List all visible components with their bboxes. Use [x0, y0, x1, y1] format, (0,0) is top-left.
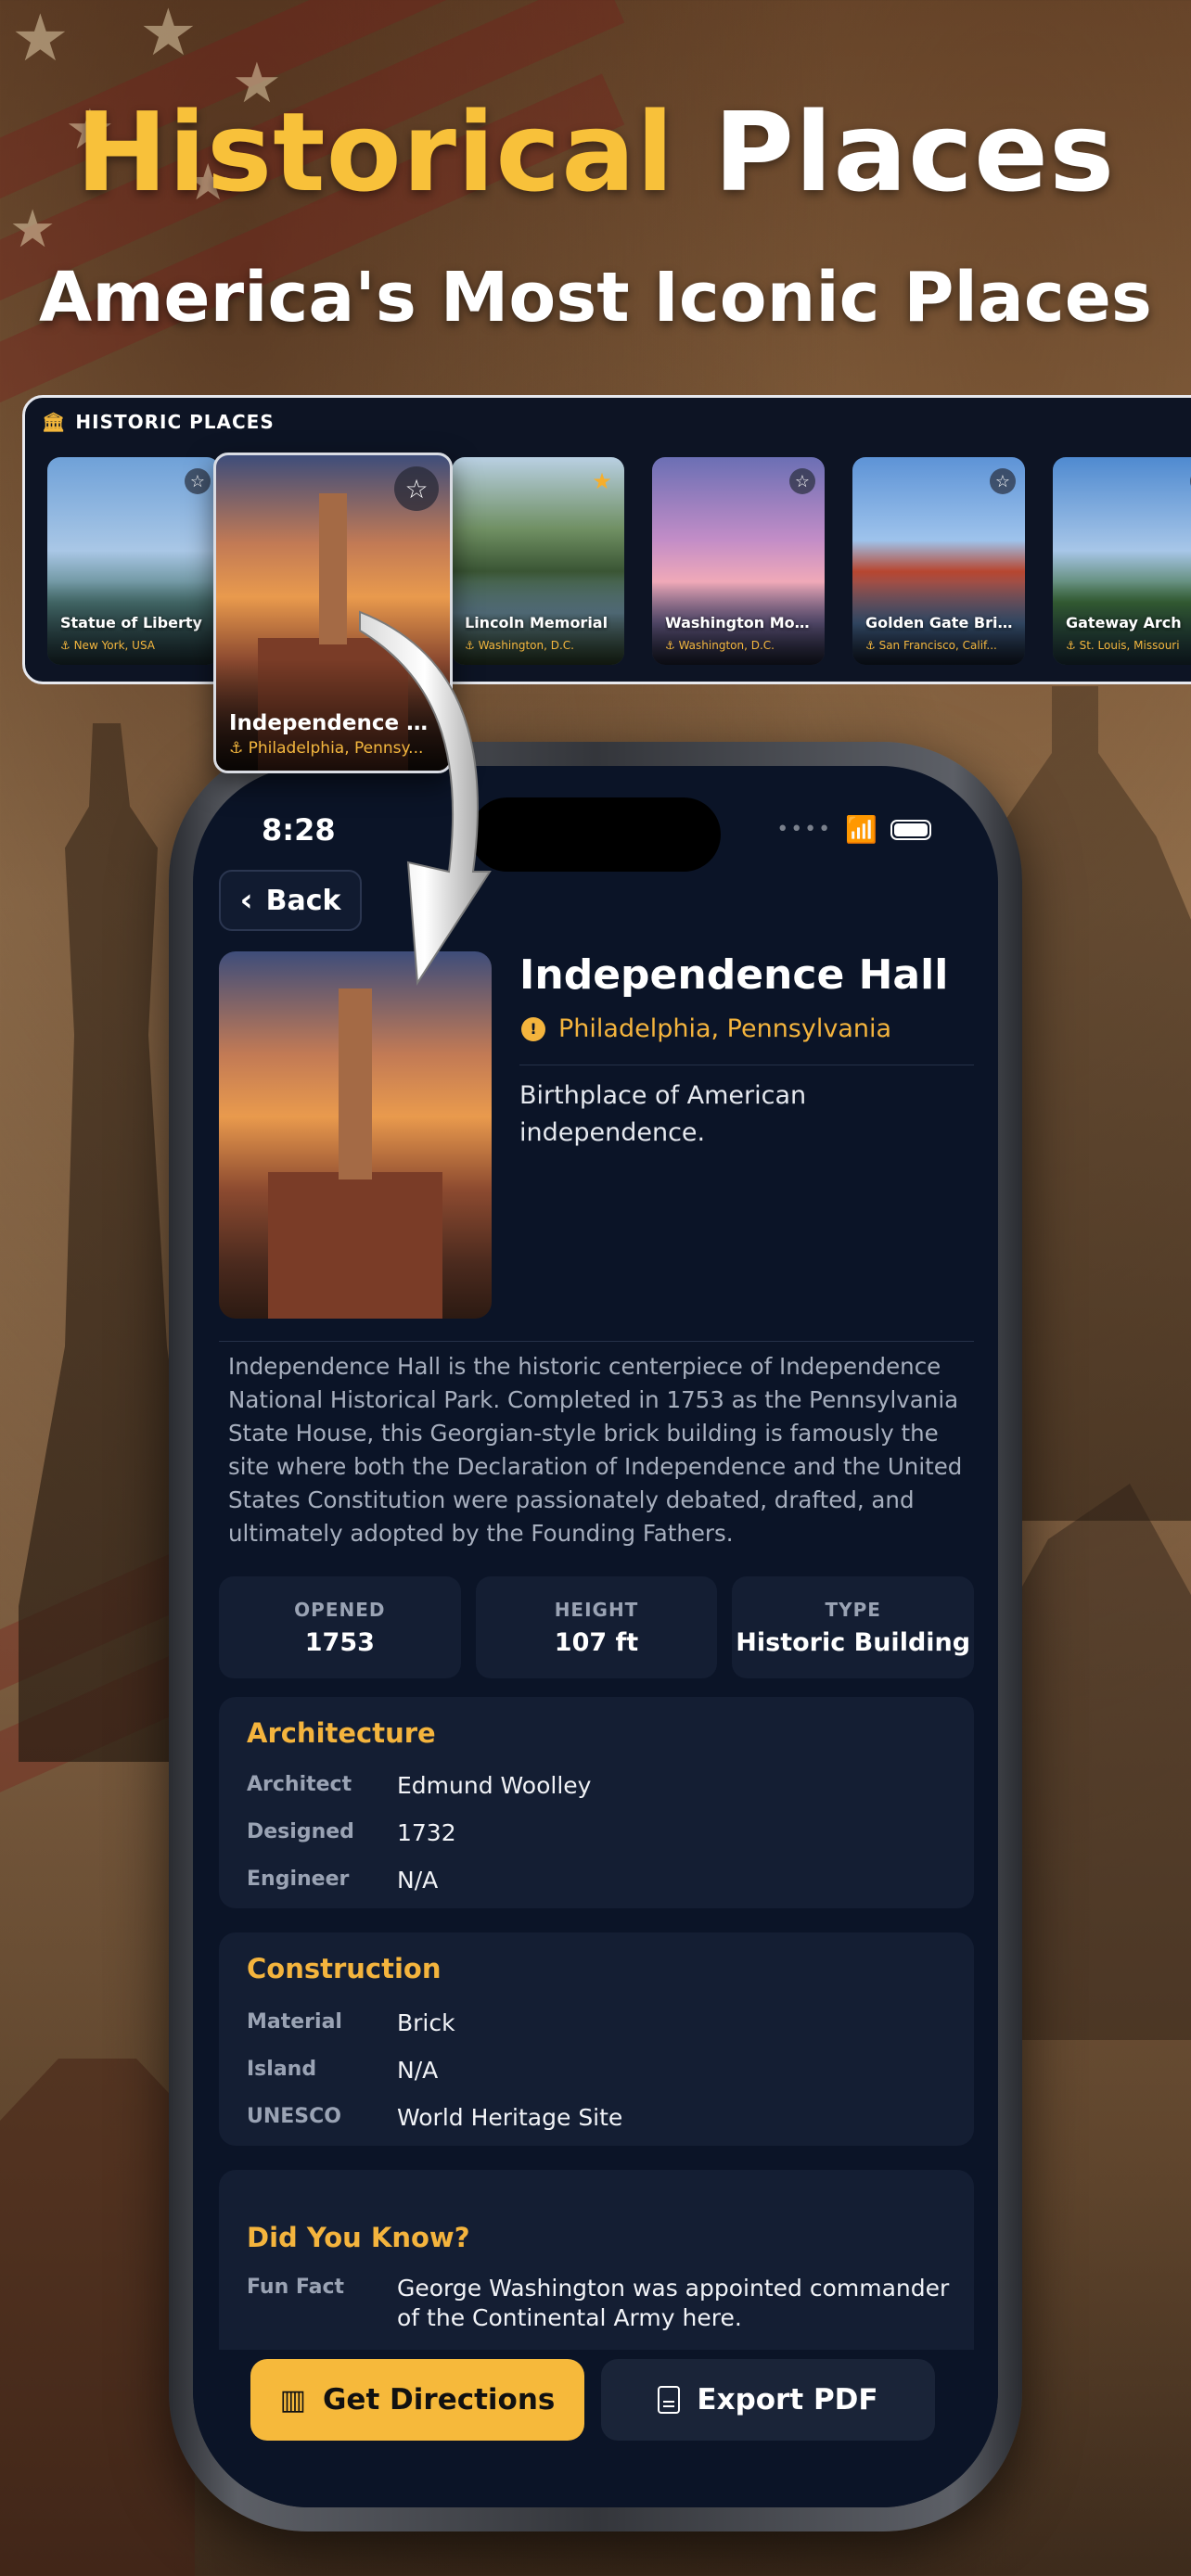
- export-pdf-label: Export PDF: [697, 2383, 878, 2417]
- place-location: ! Philadelphia, Pennsylvania: [521, 1014, 891, 1043]
- favorite-star-icon[interactable]: ☆: [394, 466, 439, 511]
- place-card-location: ⚓ San Francisco, Calif...: [865, 639, 997, 652]
- stat-type: TYPE Historic Building: [732, 1576, 975, 1678]
- place-card-name: Golden Gate Bridge: [865, 614, 1018, 631]
- place-card[interactable]: ☆ Statue of Liberty ⚓ New York, USA: [47, 457, 220, 665]
- place-card-name: Washington Mon...: [665, 614, 817, 631]
- place-description: Independence Hall is the historic center…: [228, 1353, 963, 1547]
- wifi-icon: 📶: [845, 814, 877, 845]
- signal-icon: ••••: [776, 818, 833, 841]
- place-card-location: ⚓ St. Louis, Missouri: [1066, 639, 1180, 652]
- info-row: Fun Fact George Washington was appointed…: [247, 2274, 955, 2333]
- stats-row: OPENED 1753 HEIGHT 107 ft TYPE Historic …: [219, 1576, 975, 1678]
- historic-places-carousel[interactable]: 🏛 HISTORIC PLACES ☆ Statue of Liberty ⚓ …: [22, 395, 1191, 684]
- get-directions-label: Get Directions: [322, 2383, 556, 2417]
- get-directions-button[interactable]: ▥ Get Directions: [250, 2359, 584, 2441]
- section-title: Did You Know?: [247, 2222, 470, 2253]
- status-icons: •••• 📶: [776, 814, 931, 845]
- place-title: Independence Hall: [519, 951, 949, 999]
- info-row: Architect Edmund Woolley: [247, 1771, 955, 1801]
- place-photo: [219, 951, 492, 1319]
- place-tagline: Birthplace of American independence.: [519, 1081, 807, 1147]
- info-key: Architect: [247, 1773, 352, 1796]
- document-icon: [658, 2386, 681, 2414]
- star-icon: ★: [11, 0, 70, 76]
- back-button-label: Back: [265, 884, 341, 917]
- info-key: Fun Fact: [247, 2276, 345, 2299]
- info-key: Material: [247, 2010, 342, 2034]
- tower-illustration: [339, 988, 372, 1180]
- info-value: George Washington was appointed commande…: [397, 2275, 950, 2331]
- divider: [219, 1341, 974, 1342]
- phone-frame: 8:28 •••• 📶 ‹ Back Independence Hall ! P…: [169, 742, 1022, 2531]
- place-card-name: Gateway Arch: [1066, 614, 1182, 631]
- star-icon: ★: [139, 0, 198, 70]
- info-row: Island N/A: [247, 2056, 955, 2085]
- hero-title: Historical Places: [0, 88, 1191, 216]
- info-row: Designed 1732: [247, 1818, 955, 1848]
- section-title: Construction: [247, 1953, 442, 1984]
- hero-subtitle: America's Most Iconic Places: [39, 258, 1152, 338]
- back-button[interactable]: ‹ Back: [219, 870, 362, 931]
- carousel-header-label: HISTORIC PLACES: [75, 411, 275, 433]
- stat-value: Historic Building: [736, 1627, 971, 1657]
- chevron-left-icon: ‹: [239, 882, 253, 919]
- info-value: Edmund Woolley: [397, 1772, 592, 1799]
- place-card[interactable]: ☆ Washington Mon... ⚓ Washington, D.C.: [652, 457, 825, 665]
- stat-label: OPENED: [294, 1598, 386, 1621]
- stat-height: HEIGHT 107 ft: [475, 1576, 718, 1678]
- info-key: Designed: [247, 1820, 354, 1843]
- carousel-header: 🏛 HISTORIC PLACES: [42, 411, 275, 433]
- map-icon: ▥: [279, 2383, 306, 2417]
- section-title: Architecture: [247, 1717, 436, 1749]
- building-illustration: [267, 1171, 443, 1319]
- info-key: Engineer: [247, 1868, 350, 1891]
- curved-arrow-icon: [359, 610, 492, 987]
- export-pdf-button[interactable]: Export PDF: [601, 2359, 935, 2441]
- stat-value: 107 ft: [554, 1627, 639, 1657]
- info-value: N/A: [397, 2057, 439, 2084]
- info-value: N/A: [397, 1867, 439, 1894]
- stat-value: 1753: [304, 1627, 375, 1657]
- tower-illustration: [318, 492, 348, 644]
- info-row: Engineer N/A: [247, 1866, 955, 1895]
- favorite-star-filled-icon[interactable]: ★: [589, 468, 615, 494]
- place-card-location-text: New York, USA: [73, 639, 155, 652]
- landmark-icon: 🏛: [42, 411, 67, 433]
- hero-title-rest: Places: [674, 88, 1116, 216]
- place-card-location-text: Washington, D.C.: [678, 639, 775, 652]
- location-pin-icon: !: [521, 1016, 545, 1041]
- construction-section: Construction Material Brick Island N/A U…: [219, 1932, 974, 2146]
- phone-screen: 8:28 •••• 📶 ‹ Back Independence Hall ! P…: [193, 766, 998, 2507]
- info-key: UNESCO: [247, 2105, 341, 2128]
- brick-hall-silhouette: [0, 2059, 195, 2576]
- info-row: UNESCO World Heritage Site: [247, 2103, 955, 2133]
- info-row: Material Brick: [247, 2009, 955, 2038]
- place-card[interactable]: ☆ Golden Gate Bridge ⚓ San Francisco, Ca…: [852, 457, 1025, 665]
- battery-icon: [890, 819, 931, 840]
- favorite-star-icon[interactable]: ☆: [789, 468, 815, 494]
- place-card-location: ⚓ Washington, D.C.: [665, 639, 775, 652]
- place-card-location-text: San Francisco, Calif...: [878, 639, 997, 652]
- place-location-text: Philadelphia, Pennsylvania: [558, 1014, 892, 1043]
- info-value: World Heritage Site: [397, 2104, 623, 2131]
- stat-label: TYPE: [825, 1598, 881, 1621]
- info-value: 1732: [397, 1819, 456, 1846]
- status-time: 8:28: [262, 812, 336, 848]
- place-card-location: ⚓ New York, USA: [60, 639, 155, 652]
- place-card-name: Statue of Liberty: [60, 614, 202, 631]
- stat-opened: OPENED 1753: [219, 1576, 461, 1678]
- favorite-star-icon[interactable]: ☆: [990, 468, 1016, 494]
- hero-title-highlight: Historical: [75, 88, 675, 216]
- info-value: Brick: [397, 2009, 455, 2036]
- favorite-star-icon[interactable]: ☆: [185, 468, 211, 494]
- architecture-section: Architecture Architect Edmund Woolley De…: [219, 1697, 974, 1908]
- info-key: Island: [247, 2058, 317, 2081]
- stat-label: HEIGHT: [554, 1598, 639, 1621]
- place-card[interactable]: ☆ Gateway Arch ⚓ St. Louis, Missouri: [1053, 457, 1191, 665]
- place-card-location-text: St. Louis, Missouri: [1079, 639, 1180, 652]
